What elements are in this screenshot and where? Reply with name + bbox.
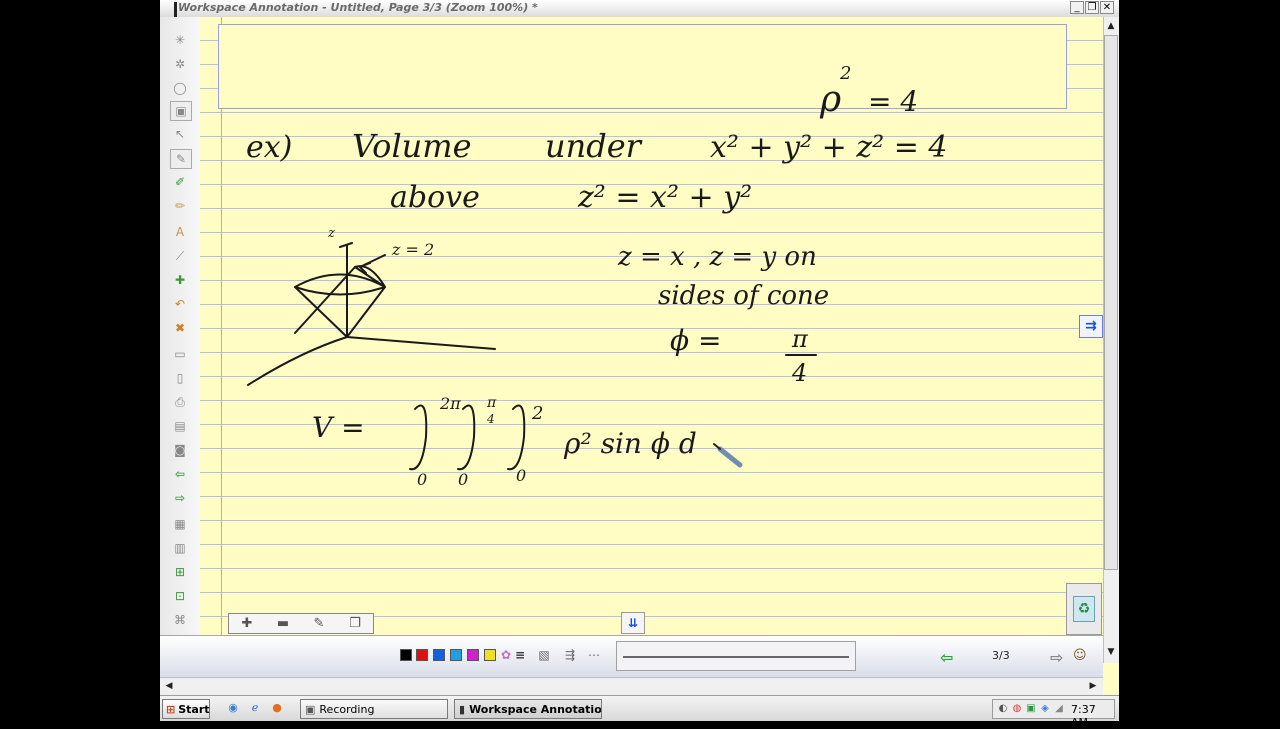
firefox-icon[interactable]: ● [270,701,284,715]
vertical-scroll-thumb[interactable] [1104,35,1118,570]
folder-icon[interactable]: ▤ [170,417,190,435]
color-swatch-red[interactable] [416,649,428,661]
copy-page-icon[interactable]: ❐ [344,616,366,631]
tray-shield-icon[interactable]: ▣ [1025,703,1037,715]
scroll-down-icon[interactable]: ▼ [1104,645,1118,659]
select-area-icon[interactable]: ▣ [170,101,192,121]
capture-icon[interactable]: ⊞ [170,563,190,581]
start-label: Start [178,702,210,716]
horizontal-scrollbar[interactable]: ◀ ▶ [160,677,1103,695]
windows-logo-icon: ⊞ [166,702,176,716]
restore-button[interactable]: ❐ [1085,1,1099,14]
title-bar[interactable]: Workspace Annotation - Untitled, Page 3/… [160,0,1119,20]
edit-icon[interactable]: ✎ [308,616,330,631]
color-swatch-blue[interactable] [433,649,445,661]
next-page-icon[interactable]: ⇨ [170,489,190,507]
star-icon[interactable]: ✳ [170,31,190,49]
pen-width-line [623,656,849,658]
grid-icon[interactable]: ▦ [170,515,190,533]
workspace-annotation-window: Workspace Annotation - Untitled, Page 3/… [160,0,1119,695]
tool-strip: ✳ ✲ ◯ ▣ ↖ ✎ ✐ ✏ A ⟋ ✚ ↶ ✖ ▭ ▯ ⎙ ▤ ◙ ⇦ ⇨ … [160,17,201,663]
delete-icon[interactable]: ✖ [170,319,190,337]
print-icon[interactable]: ⎙ [170,393,190,411]
bottom-toolbar: ✿ ≡ ▧ ⇶ ⋯ ⇦ 3/3 ⇨ ☺ [160,635,1103,678]
pen-icon[interactable]: ✎ [170,149,192,169]
line-tool-icon[interactable]: ⟋ [170,247,190,265]
dash-style-icon[interactable]: ⋯ [586,648,602,662]
users-icon[interactable]: ☺ [1073,648,1087,663]
tray-audio-icon[interactable]: ◐ [997,703,1009,715]
system-tray: ◐ ◍ ▣ ◈ ◢ 7:37 AM [992,699,1115,729]
page-width-toggle-icon[interactable]: ⇉ [1079,315,1103,338]
task-recording[interactable]: ▣ Recording [300,699,448,719]
next-page-arrow-icon[interactable]: ⇨ [1050,648,1063,667]
recording-icon: ▣ [305,702,316,716]
desktop-icon[interactable]: ◉ [226,701,240,715]
undo-icon[interactable]: ↶ [170,295,190,313]
start-button[interactable]: ⊞ Start [162,699,210,719]
note-box [218,24,1067,109]
eraser-icon[interactable]: ✏ [170,197,190,215]
star-outline-icon[interactable]: ✲ [170,55,190,73]
scroll-page-down-icon[interactable]: ⇊ [621,612,645,634]
taskbar: ⊞ Start ◉ ℯ ● ▣ Recording ▮ Workspace An… [160,695,1119,729]
window-title: Workspace Annotation - Untitled, Page 3/… [178,1,538,14]
camera-icon[interactable]: ◙ [170,441,190,459]
minimize-button[interactable]: _ [1070,1,1084,14]
text-tool-icon[interactable]: A [170,223,190,241]
save-icon[interactable]: ▥ [170,539,190,557]
clock: 7:37 AM [1071,703,1096,729]
zoom-in-icon[interactable]: ✚ [236,616,258,631]
tray-volume-icon[interactable]: ◢ [1053,703,1065,715]
scroll-up-icon[interactable]: ▲ [1104,19,1118,33]
color-swatch-yellow[interactable] [484,649,496,661]
tray-network-icon[interactable]: ◈ [1039,703,1051,715]
tablet-icon[interactable]: ⌘ [170,611,190,629]
close-button[interactable]: ✕ [1100,1,1114,14]
task-recording-label: Recording [319,702,375,716]
export-icon[interactable]: ⊡ [170,587,190,605]
ruled-page[interactable] [200,17,1105,663]
pen-width-preview[interactable] [616,641,856,671]
internet-explorer-icon[interactable]: ℯ [248,701,262,715]
previous-page-icon[interactable]: ⇦ [170,465,190,483]
workspace-icon: ▮ [459,702,466,716]
task-workspace-annotation[interactable]: ▮ Workspace Annotatio... [454,699,602,719]
color-swatch-black[interactable] [400,649,412,661]
line-width-icon[interactable]: ≡ [512,648,528,662]
new-page-icon[interactable]: ▭ [170,345,190,363]
recycle-icon: ♻ [1073,596,1095,622]
mouse-icon[interactable]: ◯ [170,79,190,97]
recycle-bin-button[interactable]: ♻ [1066,583,1102,635]
task-workspace-label: Workspace Annotatio... [469,702,602,716]
blank-page-icon[interactable]: ▯ [170,369,190,387]
previous-page-arrow-icon[interactable]: ⇦ [940,648,953,667]
color-swatch-cyan[interactable] [450,649,462,661]
highlighter-icon[interactable]: ✐ [170,173,190,191]
page-margin-line [221,17,222,663]
tray-security-icon[interactable]: ◍ [1011,703,1023,715]
page-indicator: 3/3 [992,649,1010,662]
color-swatch-magenta[interactable] [467,649,479,661]
pointer-icon[interactable]: ↖ [170,125,190,143]
scroll-right-icon[interactable]: ▶ [1086,679,1100,693]
line-style-icon[interactable]: ⇶ [562,648,578,662]
zoom-out-icon[interactable]: ▬ [272,616,294,631]
transparency-icon[interactable]: ▧ [536,648,552,662]
scroll-left-icon[interactable]: ◀ [162,679,176,693]
insert-page-icon[interactable]: ✚ [170,271,190,289]
zoom-panel: ✚ ▬ ✎ ❐ [228,613,374,634]
